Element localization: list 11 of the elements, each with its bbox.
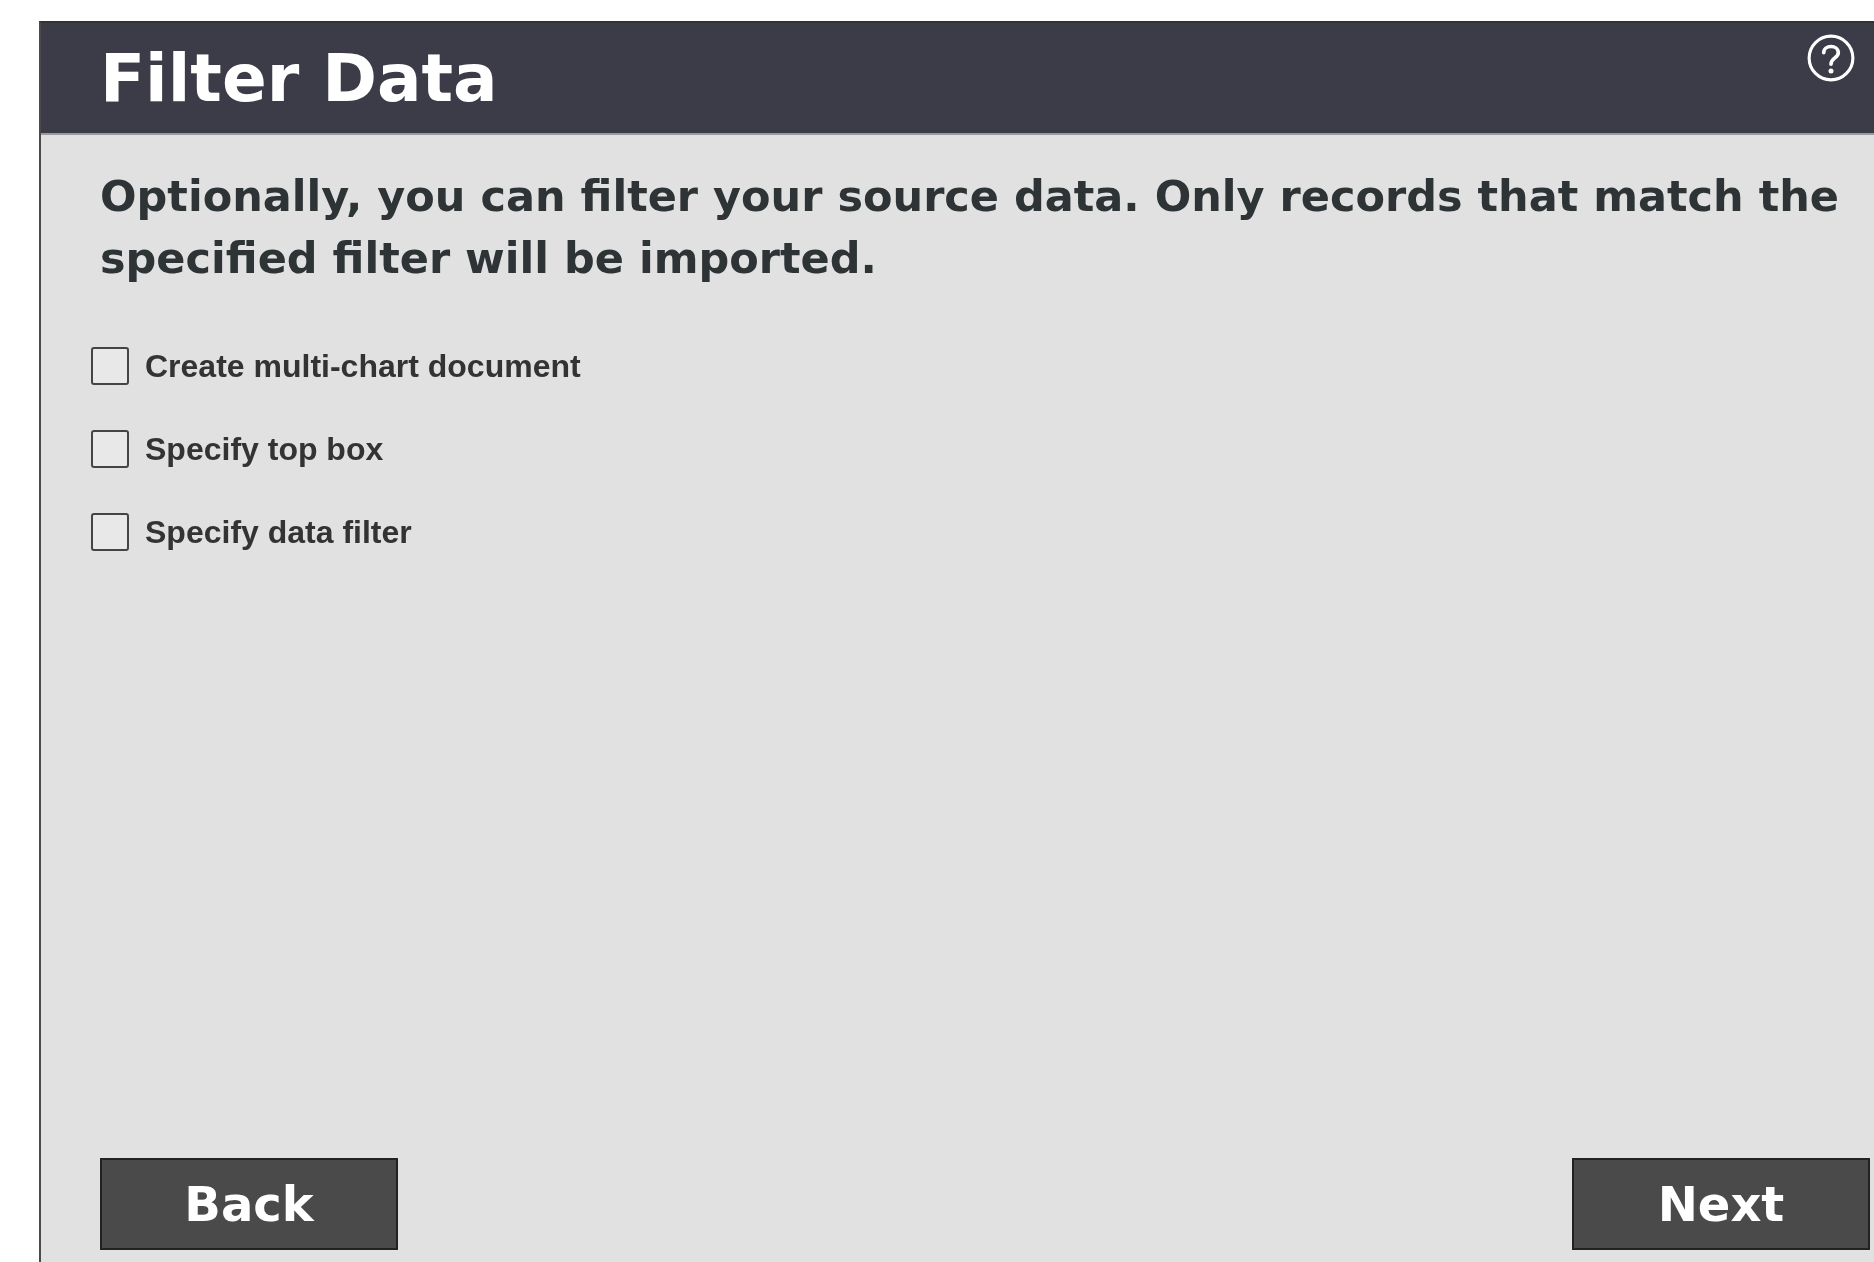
checkbox-label[interactable]: Specify top box <box>145 430 384 468</box>
next-button[interactable]: Next <box>1572 1158 1870 1250</box>
back-button[interactable]: Back <box>100 1158 398 1250</box>
checkbox-label[interactable]: Create multi-chart document <box>145 347 581 385</box>
help-icon[interactable] <box>1806 33 1856 83</box>
checkbox[interactable] <box>91 513 129 551</box>
instruction-text: Optionally, you can filter your source data. Only records that match the specified filter will be imported. <box>100 170 1840 285</box>
checkbox[interactable] <box>91 347 129 385</box>
checkbox-label[interactable]: Specify data filter <box>145 513 412 551</box>
dialog-title: Filter Data <box>100 39 498 117</box>
checkbox[interactable] <box>91 430 129 468</box>
